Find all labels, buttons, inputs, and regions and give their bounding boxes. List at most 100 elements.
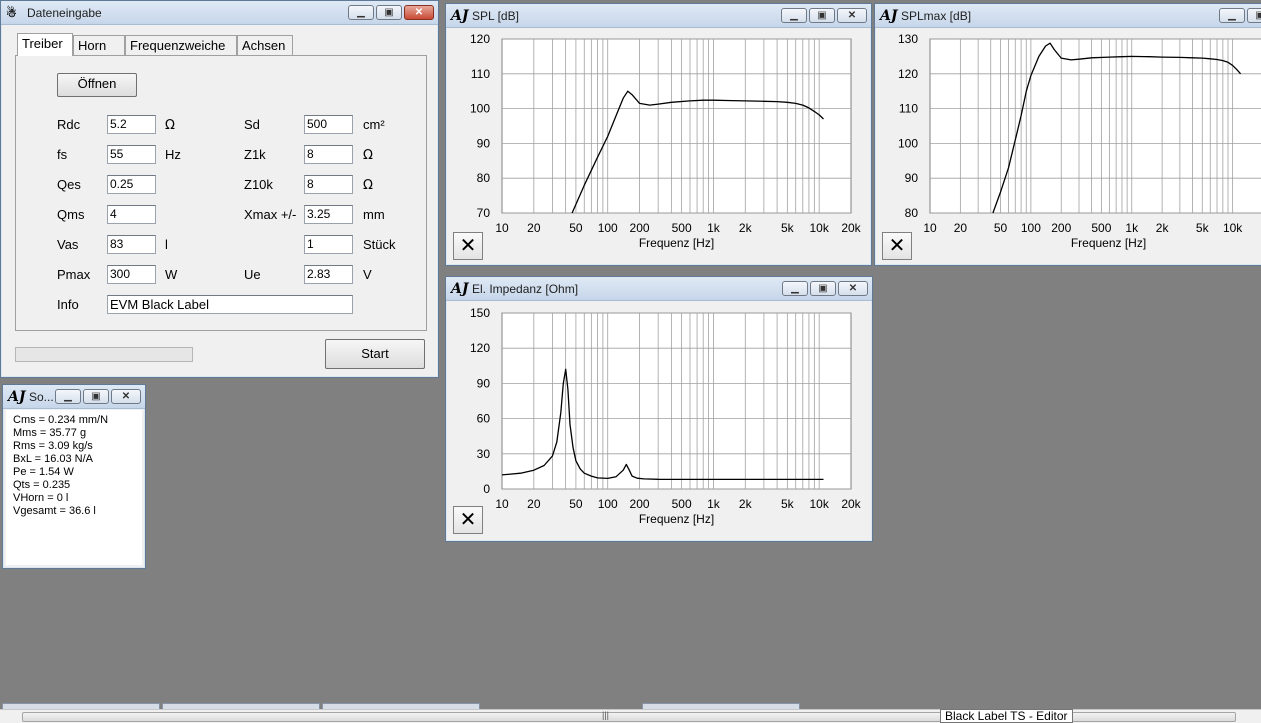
y-tick-label: 150 [470,306,490,320]
result-line: Mms = 35.77 g [13,427,87,439]
z10k-input[interactable]: 8 [304,175,353,194]
minimize-button[interactable]: ▁ [782,281,808,296]
editor-tooltip: Black Label TS - Editor [940,709,1073,723]
y-tick-label: 90 [477,136,491,150]
vas-input[interactable]: 83 [107,235,156,254]
aj-icon: AJ [880,8,898,24]
x-tick-label: 500 [1091,221,1111,235]
fs-unit: Hz [165,147,181,162]
x-tick-label: 10 [495,497,509,511]
aj-icon: AJ [451,281,469,297]
ue-input[interactable]: 2.83 [304,265,353,284]
chart-close-button[interactable]: ✕ [882,232,912,260]
tab-horn[interactable]: Horn [73,35,125,55]
y-tick-label: 80 [477,171,491,185]
fs-input[interactable]: 55 [107,145,156,164]
open-button[interactable]: Öffnen [57,73,137,97]
maximize-button[interactable]: ▣ [376,5,402,20]
close-icon: ✕ [414,7,424,18]
sd-label: Sd [244,117,260,132]
x-icon: ✕ [459,235,477,257]
results-text: Cms = 0.234 mm/N Mms = 35.77 g Rms = 3.0… [6,410,142,565]
info-input[interactable]: EVM Black Label [107,295,353,314]
maximize-icon: ▣ [91,391,101,402]
maximize-button[interactable]: ▣ [810,281,836,296]
maximize-button[interactable]: ▣ [83,389,109,404]
y-tick-label: 0 [483,482,490,496]
x-tick-label: 100 [598,497,618,511]
y-tick-label: 120 [470,341,490,355]
rdc-input[interactable]: 5.2 [107,115,156,134]
close-button[interactable]: ✕ [838,281,868,296]
spl-titlebar[interactable]: AJ SPL [dB] ▁ ▣ ✕ [446,4,871,28]
result-line: Cms = 0.234 mm/N [13,414,109,426]
window-title: Dateneingabe [27,6,102,20]
result-line: Vgesamt = 36.6 l [13,505,96,517]
z1k-unit: Ω [363,148,373,163]
x-tick-label: 10k [809,221,829,235]
close-button[interactable]: ✕ [404,5,434,20]
x-axis-label: Frequenz [Hz] [639,236,714,250]
close-icon: ✕ [848,283,858,294]
y-tick-label: 90 [477,376,491,390]
window-title: SPLmax [dB] [901,9,972,23]
y-tick-label: 30 [477,447,491,461]
qes-input[interactable]: 0.25 [107,175,156,194]
x-tick-label: 20 [527,221,541,235]
x-tick-label: 1k [1125,221,1139,235]
y-tick-label: 120 [470,32,490,46]
window-title: SPL [dB] [472,9,519,23]
x-tick-label: 50 [569,221,583,235]
rdc-label: Rdc [57,117,81,132]
maximize-icon: ▣ [384,7,394,18]
pmax-unit: W [165,267,178,282]
y-tick-label: 110 [899,102,918,116]
y-tick-label: 110 [471,67,490,81]
splmax-titlebar[interactable]: AJ SPLmax [dB] ▁ ▣ [875,4,1261,28]
qms-input[interactable]: 4 [107,205,156,224]
minimize-icon: ▁ [791,283,799,294]
x-icon: ✕ [459,509,477,531]
y-tick-label: 70 [477,206,491,220]
x-tick-label: 100 [598,221,618,235]
z1k-input[interactable]: 8 [304,145,353,164]
x-tick-label: 20 [954,221,968,235]
xmax-input[interactable]: 3.25 [304,205,353,224]
x-tick-label: 20k [841,497,861,511]
minimize-icon: ▁ [790,10,798,21]
maximize-button[interactable]: ▣ [809,8,835,23]
count-unit: Stück [363,237,396,252]
minimize-button[interactable]: ▁ [781,8,807,23]
results-window: AJ So... ▁ ▣ ✕ Cms = 0.234 mm/N Mms = 35… [2,384,146,569]
close-button[interactable]: ✕ [111,389,141,404]
chart-close-button[interactable]: ✕ [453,232,483,260]
y-tick-label: 90 [905,171,919,185]
x-tick-label: 200 [630,497,650,511]
x-tick-label: 2k [739,497,753,511]
x-axis-label: Frequenz [Hz] [1071,236,1146,250]
minimize-button[interactable]: ▁ [1219,8,1245,23]
impedance-titlebar[interactable]: AJ El. Impedanz [Ohm] ▁ ▣ ✕ [446,277,872,301]
tab-treiber[interactable]: Treiber [17,33,73,56]
close-button[interactable]: ✕ [837,8,867,23]
rdc-unit: Ω [165,118,175,133]
y-tick-label: 60 [477,412,491,426]
minimize-button[interactable]: ▁ [348,5,374,20]
tab-frequenzweiche[interactable]: Frequenzweiche [125,35,237,55]
minimize-button[interactable]: ▁ [55,389,81,404]
chart-close-button[interactable]: ✕ [453,506,483,534]
qms-label: Qms [57,207,85,222]
maximize-button[interactable]: ▣ [1247,8,1261,23]
maximize-icon: ▣ [817,10,827,21]
x-tick-label: 20 [527,497,541,511]
x-axis-label: Frequenz [Hz] [639,512,714,526]
pmax-input[interactable]: 300 [107,265,156,284]
count-input[interactable]: 1 [304,235,353,254]
dateneingabe-titlebar[interactable]: ☃ Dateneingabe ▁ ▣ ✕ [1,1,438,25]
tab-achsen[interactable]: Achsen [237,35,293,55]
y-tick-label: 120 [898,67,918,81]
start-button[interactable]: Start [325,339,425,369]
sd-input[interactable]: 500 [304,115,353,134]
results-titlebar[interactable]: AJ So... ▁ ▣ ✕ [3,385,145,409]
x-icon: ✕ [888,235,906,257]
